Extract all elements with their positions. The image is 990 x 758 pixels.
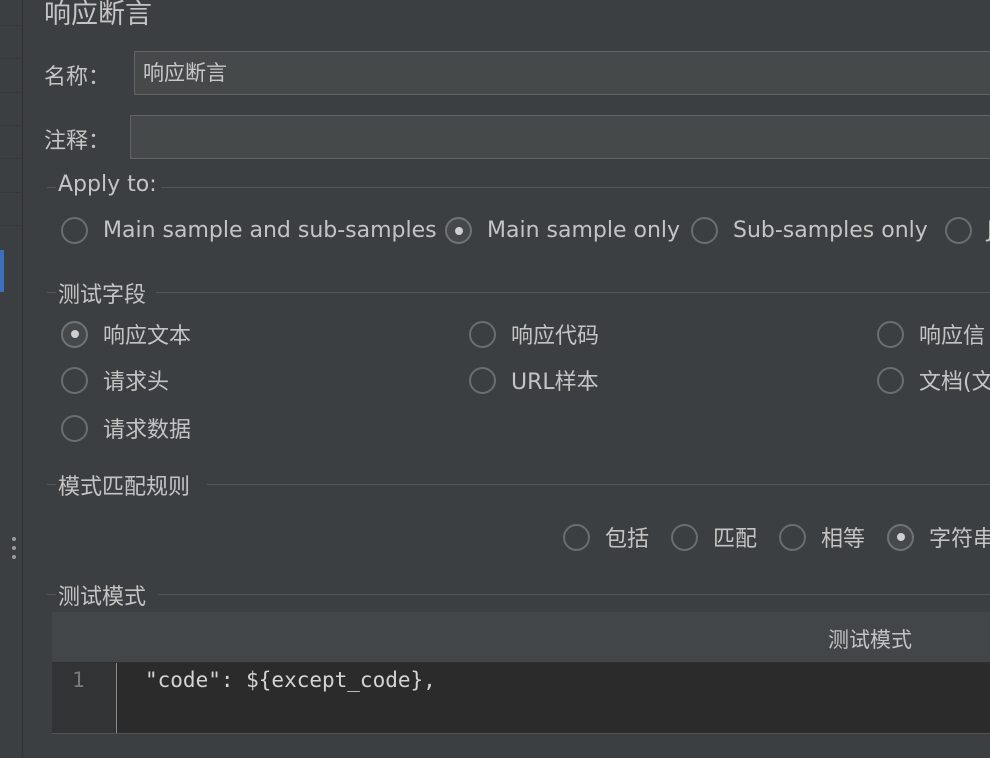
radio-request-headers[interactable]: 请求头 bbox=[61, 364, 169, 396]
radio-label: 响应代码 bbox=[511, 324, 600, 349]
tree-row-line bbox=[0, 125, 21, 126]
drag-handle-dot-icon[interactable] bbox=[12, 555, 16, 559]
radio-main-and-sub-samples[interactable]: Main sample and sub-samples bbox=[61, 217, 437, 244]
radio-label: 请求数据 bbox=[103, 418, 192, 443]
radio-label: Sub-samples only bbox=[733, 218, 928, 243]
pattern-code-line[interactable]: "code": ${except_code}, bbox=[145, 668, 436, 692]
tree-row-line bbox=[0, 58, 21, 59]
radio-substring[interactable]: 字符串 bbox=[887, 521, 990, 553]
radio-response-message[interactable]: 响应信 bbox=[877, 318, 985, 350]
drag-handle-dot-icon[interactable] bbox=[12, 546, 16, 550]
line-number: 1 bbox=[72, 668, 85, 692]
radio-button-icon[interactable] bbox=[563, 523, 590, 551]
radio-button-icon[interactable] bbox=[671, 523, 698, 551]
section-divider bbox=[207, 484, 990, 485]
radio-label: 相等 bbox=[821, 527, 866, 552]
radio-label: Main sample and sub-samples bbox=[103, 218, 437, 243]
radio-button-icon[interactable] bbox=[61, 414, 88, 442]
section-divider bbox=[47, 187, 56, 188]
section-divider bbox=[158, 594, 990, 595]
radio-button-icon[interactable] bbox=[877, 320, 904, 348]
radio-request-data[interactable]: 请求数据 bbox=[61, 412, 191, 444]
radio-button-icon[interactable] bbox=[61, 366, 88, 394]
section-divider bbox=[47, 292, 56, 293]
tree-row-line bbox=[0, 158, 21, 159]
radio-response-code[interactable]: 响应代码 bbox=[469, 318, 599, 350]
radio-label: 请求头 bbox=[103, 370, 170, 395]
radio-label: Main sample only bbox=[487, 218, 681, 243]
radio-label: 匹配 bbox=[713, 527, 758, 552]
radio-label: 响应文本 bbox=[103, 324, 192, 349]
radio-equals[interactable]: 相等 bbox=[779, 521, 865, 553]
radio-sub-samples-only[interactable]: Sub-samples only bbox=[691, 217, 928, 244]
tree-row-line bbox=[0, 225, 21, 226]
section-divider bbox=[47, 484, 56, 485]
radio-button-icon[interactable] bbox=[61, 320, 88, 348]
radio-label: 字符串 bbox=[929, 527, 990, 552]
name-label: 名称： bbox=[44, 65, 111, 90]
radio-button-icon[interactable] bbox=[61, 217, 88, 244]
comment-label: 注释： bbox=[44, 129, 111, 154]
radio-label: 响应信 bbox=[919, 324, 986, 349]
tree-row-line bbox=[0, 192, 21, 193]
left-splitter[interactable] bbox=[0, 0, 23, 758]
column-header-test-pattern[interactable]: 测试模式 bbox=[828, 624, 912, 654]
radio-main-sample-only[interactable]: Main sample only bbox=[445, 217, 680, 244]
name-input[interactable]: 响应断言 bbox=[134, 51, 990, 95]
comment-input[interactable] bbox=[130, 115, 990, 159]
radio-button-icon[interactable] bbox=[469, 320, 496, 348]
radio-label: 文档(文 bbox=[919, 370, 990, 395]
tree-row-line bbox=[0, 25, 21, 26]
line-number-gutter: 1 bbox=[52, 663, 117, 733]
section-divider bbox=[150, 187, 990, 188]
apply-to-title: Apply to: bbox=[58, 172, 161, 197]
radio-url-sample[interactable]: URL样本 bbox=[469, 364, 599, 396]
radio-button-icon[interactable] bbox=[469, 366, 496, 394]
radio-label: URL样本 bbox=[511, 370, 599, 395]
radio-contains[interactable]: 包括 bbox=[563, 521, 649, 553]
pattern-code-editor[interactable]: 1 "code": ${except_code}, bbox=[52, 663, 990, 734]
table-header: 测试模式 bbox=[52, 612, 990, 663]
radio-button-icon[interactable] bbox=[691, 217, 718, 244]
selected-node-indicator bbox=[0, 250, 4, 292]
test-field-title: 测试字段 bbox=[58, 277, 151, 309]
radio-matches[interactable]: 匹配 bbox=[671, 521, 757, 553]
radio-jmeter-variable[interactable]: J bbox=[945, 217, 990, 244]
radio-button-icon[interactable] bbox=[887, 523, 914, 551]
radio-button-icon[interactable] bbox=[779, 523, 806, 551]
response-assertion-panel: 响应断言 名称： 响应断言 注释： Apply to: Main sample … bbox=[0, 0, 990, 758]
radio-button-icon[interactable] bbox=[445, 217, 472, 244]
drag-handle-dot-icon[interactable] bbox=[12, 537, 16, 541]
radio-response-text[interactable]: 响应文本 bbox=[61, 318, 191, 350]
tree-row-line bbox=[0, 92, 21, 93]
test-patterns-table: 测试模式 1 "code": ${except_code}, bbox=[52, 612, 990, 734]
pattern-rules-title: 模式匹配规则 bbox=[58, 469, 195, 501]
radio-button-icon[interactable] bbox=[877, 366, 904, 394]
section-divider bbox=[156, 292, 990, 293]
radio-document-text[interactable]: 文档(文 bbox=[877, 364, 990, 396]
radio-button-icon[interactable] bbox=[945, 217, 972, 244]
radio-label: 包括 bbox=[605, 527, 650, 552]
section-divider bbox=[47, 594, 56, 595]
test-patterns-title: 测试模式 bbox=[58, 579, 151, 611]
page-title: 响应断言 bbox=[44, 0, 152, 30]
